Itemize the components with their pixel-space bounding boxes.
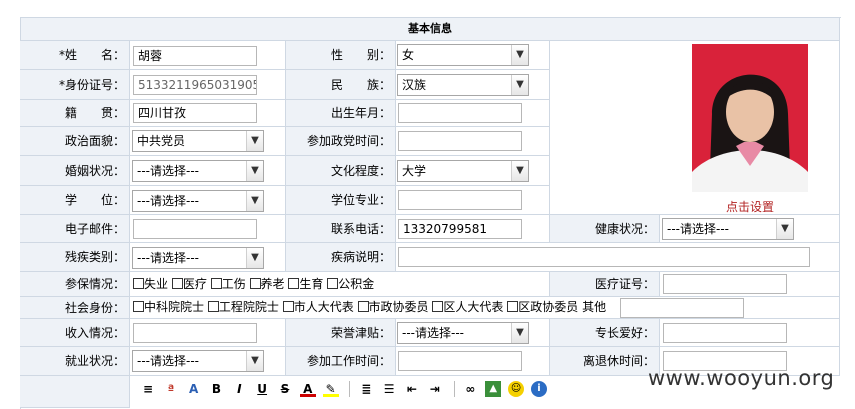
- image-icon[interactable]: ▲: [485, 381, 502, 397]
- social-checkbox[interactable]: [207, 301, 219, 312]
- insurance-checkbox[interactable]: [210, 278, 222, 289]
- politics-label: 政治面貌：: [20, 127, 130, 156]
- medical-no-label: 医疗证号：: [550, 272, 660, 297]
- employment-label: 就业状况：: [20, 347, 130, 376]
- birth-input[interactable]: [398, 103, 522, 123]
- chevron-down-icon: ▼: [511, 75, 528, 95]
- marriage-label: 婚姻状况：: [20, 156, 130, 186]
- gender-label: 性 别：: [286, 41, 396, 70]
- social-label: 社会身份：: [20, 297, 130, 319]
- social-checkboxes: 中科院院士 工程院院士 市人大代表 市政协委员 区人大代表 区政协委员 其他: [133, 299, 606, 315]
- gender-select[interactable]: 女 ▼: [397, 44, 529, 66]
- allowance-select[interactable]: ---请选择--- ▼: [397, 322, 529, 344]
- social-other-input[interactable]: [620, 298, 744, 318]
- idno-label: *身份证号：: [20, 70, 130, 100]
- insurance-checkboxes: 失业 医疗 工伤 养老 生育 公积金: [133, 276, 374, 292]
- portrait-photo: [692, 44, 808, 192]
- emoticon-icon[interactable]: ☺: [508, 381, 525, 397]
- other-label: 其他: [582, 300, 607, 314]
- insurance-checkbox[interactable]: [171, 278, 183, 289]
- italic-icon[interactable]: I: [231, 381, 247, 397]
- chevron-down-icon: ▼: [246, 351, 263, 371]
- marriage-select[interactable]: ---请选择--- ▼: [132, 160, 264, 182]
- indent-icon[interactable]: ⇥: [427, 381, 443, 397]
- align-icon[interactable]: ≣: [358, 381, 374, 397]
- insurance-checkbox[interactable]: [249, 278, 261, 289]
- hobby-input[interactable]: [663, 323, 787, 343]
- name-label: *姓 名：: [20, 41, 130, 70]
- strikethrough-icon[interactable]: S: [277, 381, 293, 397]
- insurance-checkbox[interactable]: [327, 278, 339, 289]
- education-select[interactable]: 大学 ▼: [397, 160, 529, 182]
- degree-major-input[interactable]: [398, 190, 522, 210]
- disability-label: 残疾类别：: [20, 243, 130, 272]
- ethnic-select[interactable]: 汉族 ▼: [397, 74, 529, 96]
- politics-select[interactable]: 中共党员 ▼: [132, 130, 264, 152]
- birth-label: 出生年月：: [286, 100, 396, 127]
- chevron-down-icon: ▼: [246, 248, 263, 268]
- social-checkbox[interactable]: [282, 301, 294, 312]
- income-label: 收入情况：: [20, 319, 130, 347]
- social-checkbox[interactable]: [357, 301, 369, 312]
- format-icon[interactable]: ≡: [140, 381, 156, 397]
- name-input[interactable]: 胡蓉: [133, 46, 257, 66]
- work-start-label: 参加工作时间：: [286, 347, 396, 376]
- health-label: 健康状况：: [550, 215, 660, 243]
- idno-input[interactable]: 513321196503190522: [133, 75, 257, 95]
- degree-label: 学 位：: [20, 186, 130, 215]
- email-label: 电子邮件：: [20, 215, 130, 243]
- chevron-down-icon: ▼: [511, 161, 528, 181]
- origin-label: 籍 贯：: [20, 100, 130, 127]
- join-party-label: 参加政党时间：: [286, 127, 396, 156]
- link-icon[interactable]: ∞: [462, 381, 478, 397]
- editor-toolbar: ≡ ª A B I U S A ✎ ≣ ☰ ⇤ ⇥ ∞ ▲ ☺ i: [140, 381, 550, 401]
- chevron-down-icon: ▼: [511, 45, 528, 65]
- insurance-checkbox[interactable]: [133, 278, 144, 289]
- income-input[interactable]: [133, 323, 257, 343]
- employment-select[interactable]: ---请选择--- ▼: [132, 350, 264, 372]
- hobby-label: 专长爱好：: [550, 319, 660, 347]
- education-label: 文化程度：: [286, 156, 396, 186]
- email-input[interactable]: [133, 219, 257, 239]
- ordered-list-icon[interactable]: ☰: [381, 381, 397, 397]
- font-size-icon[interactable]: A: [186, 381, 202, 397]
- medical-no-input[interactable]: [663, 274, 787, 294]
- degree-major-label: 学位专业：: [286, 186, 396, 215]
- insurance-label: 参保情况：: [20, 272, 130, 297]
- social-checkbox[interactable]: [507, 301, 519, 312]
- spellcheck-icon[interactable]: ª: [163, 381, 179, 397]
- origin-input[interactable]: 四川甘孜: [133, 103, 257, 123]
- degree-select[interactable]: ---请选择--- ▼: [132, 190, 264, 212]
- outdent-icon[interactable]: ⇤: [404, 381, 420, 397]
- highlight-icon[interactable]: ✎: [322, 381, 339, 397]
- chevron-down-icon: ▼: [511, 323, 528, 343]
- phone-label: 联系电话：: [286, 215, 396, 243]
- allowance-label: 荣誉津贴：: [286, 319, 396, 347]
- chevron-down-icon: ▼: [246, 131, 263, 151]
- ethnic-label: 民 族：: [286, 70, 396, 100]
- social-checkbox[interactable]: [133, 301, 144, 312]
- health-select[interactable]: ---请选择--- ▼: [662, 218, 794, 240]
- disease-note-input[interactable]: [398, 247, 810, 267]
- chevron-down-icon: ▼: [246, 161, 263, 181]
- social-checkbox[interactable]: [432, 301, 444, 312]
- work-start-input[interactable]: [398, 351, 522, 371]
- underline-icon[interactable]: U: [254, 381, 270, 397]
- bold-icon[interactable]: B: [208, 381, 224, 397]
- phone-input[interactable]: 13320799581: [398, 219, 522, 239]
- insurance-checkbox[interactable]: [288, 278, 300, 289]
- about-icon[interactable]: i: [530, 381, 547, 397]
- retire-label: 离退休时间：: [550, 347, 660, 376]
- section-title: 基本信息: [20, 17, 840, 41]
- join-party-input[interactable]: [398, 131, 522, 151]
- disease-note-label: 疾病说明：: [286, 243, 396, 272]
- chevron-down-icon: ▼: [776, 219, 793, 239]
- watermark: www.wooyun.org: [648, 366, 835, 390]
- set-photo-link[interactable]: 点击设置: [690, 198, 810, 215]
- font-color-icon[interactable]: A: [299, 381, 316, 397]
- chevron-down-icon: ▼: [246, 191, 263, 211]
- disability-select[interactable]: ---请选择--- ▼: [132, 247, 264, 269]
